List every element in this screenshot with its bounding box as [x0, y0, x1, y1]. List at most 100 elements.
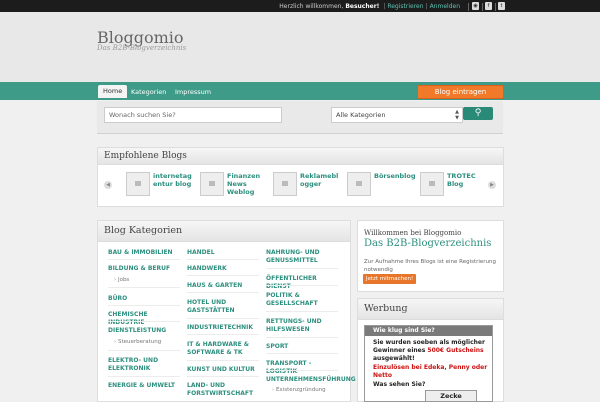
- camera-icon: [282, 181, 288, 186]
- featured-blogs-title: Empfohlene Blogs: [98, 148, 503, 165]
- divider: [266, 285, 338, 286]
- featured-item-name[interactable]: Börsenblog: [374, 172, 416, 180]
- category-link[interactable]: POLITIK & GESELLSCHAFT: [266, 292, 338, 308]
- category-link[interactable]: ÖFFENTLICHER DIENST: [266, 275, 338, 291]
- join-button[interactable]: Jetzt mitmachen!: [363, 274, 416, 284]
- divider: [266, 353, 338, 354]
- divider: [108, 350, 180, 351]
- category-link[interactable]: HOTEL UND GASTSTÄTTEN: [187, 299, 259, 315]
- facebook-icon[interactable]: f: [485, 2, 492, 10]
- select-arrows-icon: ▲ ▼: [455, 109, 459, 121]
- category-link[interactable]: HANDEL: [187, 249, 259, 257]
- twitter-icon[interactable]: t: [498, 2, 505, 10]
- camera-icon: [135, 181, 141, 186]
- category-link[interactable]: HAUS & GARTEN: [187, 282, 259, 290]
- subcategory-link[interactable]: Steuerberatung: [114, 339, 184, 345]
- welcome-subtitle: Das B2B-Blogverzeichnis: [364, 238, 492, 249]
- divider: [187, 334, 259, 335]
- category-link[interactable]: BÜRO: [108, 295, 180, 303]
- blog-thumbnail: [420, 172, 444, 196]
- ad-text: Sie wurden soeben als möglicher: [373, 339, 485, 346]
- blog-thumbnail: [273, 172, 297, 196]
- category-link[interactable]: KUNST UND KULTUR: [187, 366, 259, 374]
- camera-icon: [356, 181, 362, 186]
- greeting-user: Besucher!: [345, 3, 380, 10]
- divider: [266, 370, 338, 371]
- divider: [187, 360, 259, 361]
- divider: [187, 376, 259, 377]
- separator: [468, 3, 469, 11]
- ad-panel-title: Werbung: [358, 299, 503, 320]
- carousel-next-icon[interactable]: ▶: [488, 181, 496, 189]
- nav-kategorien[interactable]: Kategorien: [126, 86, 171, 98]
- rss-icon[interactable]: ◉: [472, 2, 479, 10]
- category-select-value: Alle Kategorien: [336, 111, 386, 119]
- divider: [108, 287, 180, 288]
- category-link[interactable]: UNTERNEHMENSFÜHRUNG: [266, 376, 356, 384]
- blog-thumbnail: [347, 172, 371, 196]
- category-link[interactable]: NAHRUNG- UND GENUSSMITTEL: [266, 249, 338, 265]
- ad-headline: Wie klug sind Sie?: [365, 326, 492, 336]
- category-link[interactable]: TRANSPORT - LOGISTIK: [266, 360, 338, 376]
- divider: [108, 321, 180, 322]
- divider: [187, 318, 259, 319]
- site-subtitle: Das B2B-Blogverzeichnis: [97, 44, 187, 52]
- blog-thumbnail: [126, 172, 150, 196]
- nav-home[interactable]: Home: [98, 85, 128, 98]
- ad-text: Gewinner eines 500€ Gutscheins: [373, 347, 491, 355]
- category-link[interactable]: ENERGIE & UMWELT: [108, 382, 180, 390]
- ad-text: ausgewählt!: [373, 355, 415, 362]
- ad-text: Gewinner eines: [373, 347, 426, 354]
- separator: [495, 3, 496, 11]
- greeting-text: Herzlich willkommen,: [279, 3, 344, 10]
- search-input[interactable]: Wonach suchen Sie?: [104, 107, 282, 123]
- category-link[interactable]: CHEMISCHE INDUSTRIE: [108, 311, 180, 327]
- category-link[interactable]: DIENSTLEISTUNG: [108, 327, 180, 335]
- categories-panel: Blog Kategorien BAU & IMMOBILIEN BILDUNG…: [97, 220, 356, 402]
- featured-item-name[interactable]: TROTEC Blog: [447, 172, 487, 188]
- divider: [266, 311, 338, 312]
- ad-answer-button[interactable]: Zecke: [425, 390, 477, 402]
- featured-item-name[interactable]: Finanzen News Weblog: [227, 172, 267, 196]
- ad-text: Was sehen Sie?: [373, 381, 426, 388]
- register-link[interactable]: Registrieren: [387, 3, 423, 10]
- category-link[interactable]: IT & HARDWARE & SOFTWARE & TK: [187, 341, 259, 357]
- divider: [266, 337, 338, 338]
- category-link[interactable]: RETTUNGS- UND HILFSWESEN: [266, 318, 338, 334]
- category-select[interactable]: Alle Kategorien ▲ ▼: [331, 107, 463, 123]
- divider: [187, 275, 259, 276]
- featured-item-name[interactable]: internetag entur blog: [153, 172, 193, 188]
- category-link[interactable]: SPORT: [266, 343, 338, 351]
- featured-item-name[interactable]: Reklamebl ogger: [300, 172, 340, 188]
- category-link[interactable]: ELEKTRO- UND ELEKTRONIK: [108, 357, 180, 373]
- divider: [187, 259, 259, 260]
- camera-icon: [209, 181, 215, 186]
- separator: [482, 3, 483, 11]
- welcome-description: Zur Aufnahme Ihres Blogs ist eine Regist…: [364, 259, 497, 273]
- ad-highlight: 500€ Gutscheins: [427, 347, 484, 354]
- nav-impressum[interactable]: Impressum: [170, 86, 216, 98]
- search-button[interactable]: ⚲: [463, 107, 493, 120]
- main-nav: Home Kategorien Impressum: [0, 82, 600, 100]
- divider: [108, 259, 180, 260]
- category-link[interactable]: BAU & IMMOBILIEN: [108, 249, 180, 257]
- greeting: Herzlich willkommen, Besucher! | Registri…: [279, 3, 460, 10]
- divider: [187, 292, 259, 293]
- top-bar: Herzlich willkommen, Besucher! | Registri…: [0, 0, 600, 12]
- subcategory-link[interactable]: Jobs: [114, 277, 184, 283]
- category-link[interactable]: BILDUNG & BERUF: [108, 265, 180, 273]
- featured-blogs-panel: Empfohlene Blogs ◀ ▶ internetag entur bl…: [97, 147, 504, 207]
- category-link[interactable]: INDUSTRIETECHNIK: [187, 324, 259, 332]
- divider: [108, 376, 180, 377]
- blog-eintragen-button[interactable]: Blog eintragen: [417, 85, 504, 99]
- login-link[interactable]: Anmelden: [430, 3, 460, 10]
- category-link[interactable]: LAND- UND FORSTWIRTSCHAFT: [187, 382, 259, 398]
- category-link[interactable]: HANDWERK: [187, 265, 259, 273]
- welcome-title: Willkommen bei Bloggomio: [364, 229, 462, 237]
- search-icon: ⚲: [474, 108, 482, 118]
- divider: [266, 268, 338, 269]
- camera-icon: [429, 181, 435, 186]
- carousel-prev-icon[interactable]: ◀: [104, 181, 112, 189]
- subcategory-link[interactable]: Existenzgründung: [272, 387, 342, 393]
- ad-banner[interactable]: Wie klug sind Sie? Sie wurden soeben als…: [364, 325, 493, 402]
